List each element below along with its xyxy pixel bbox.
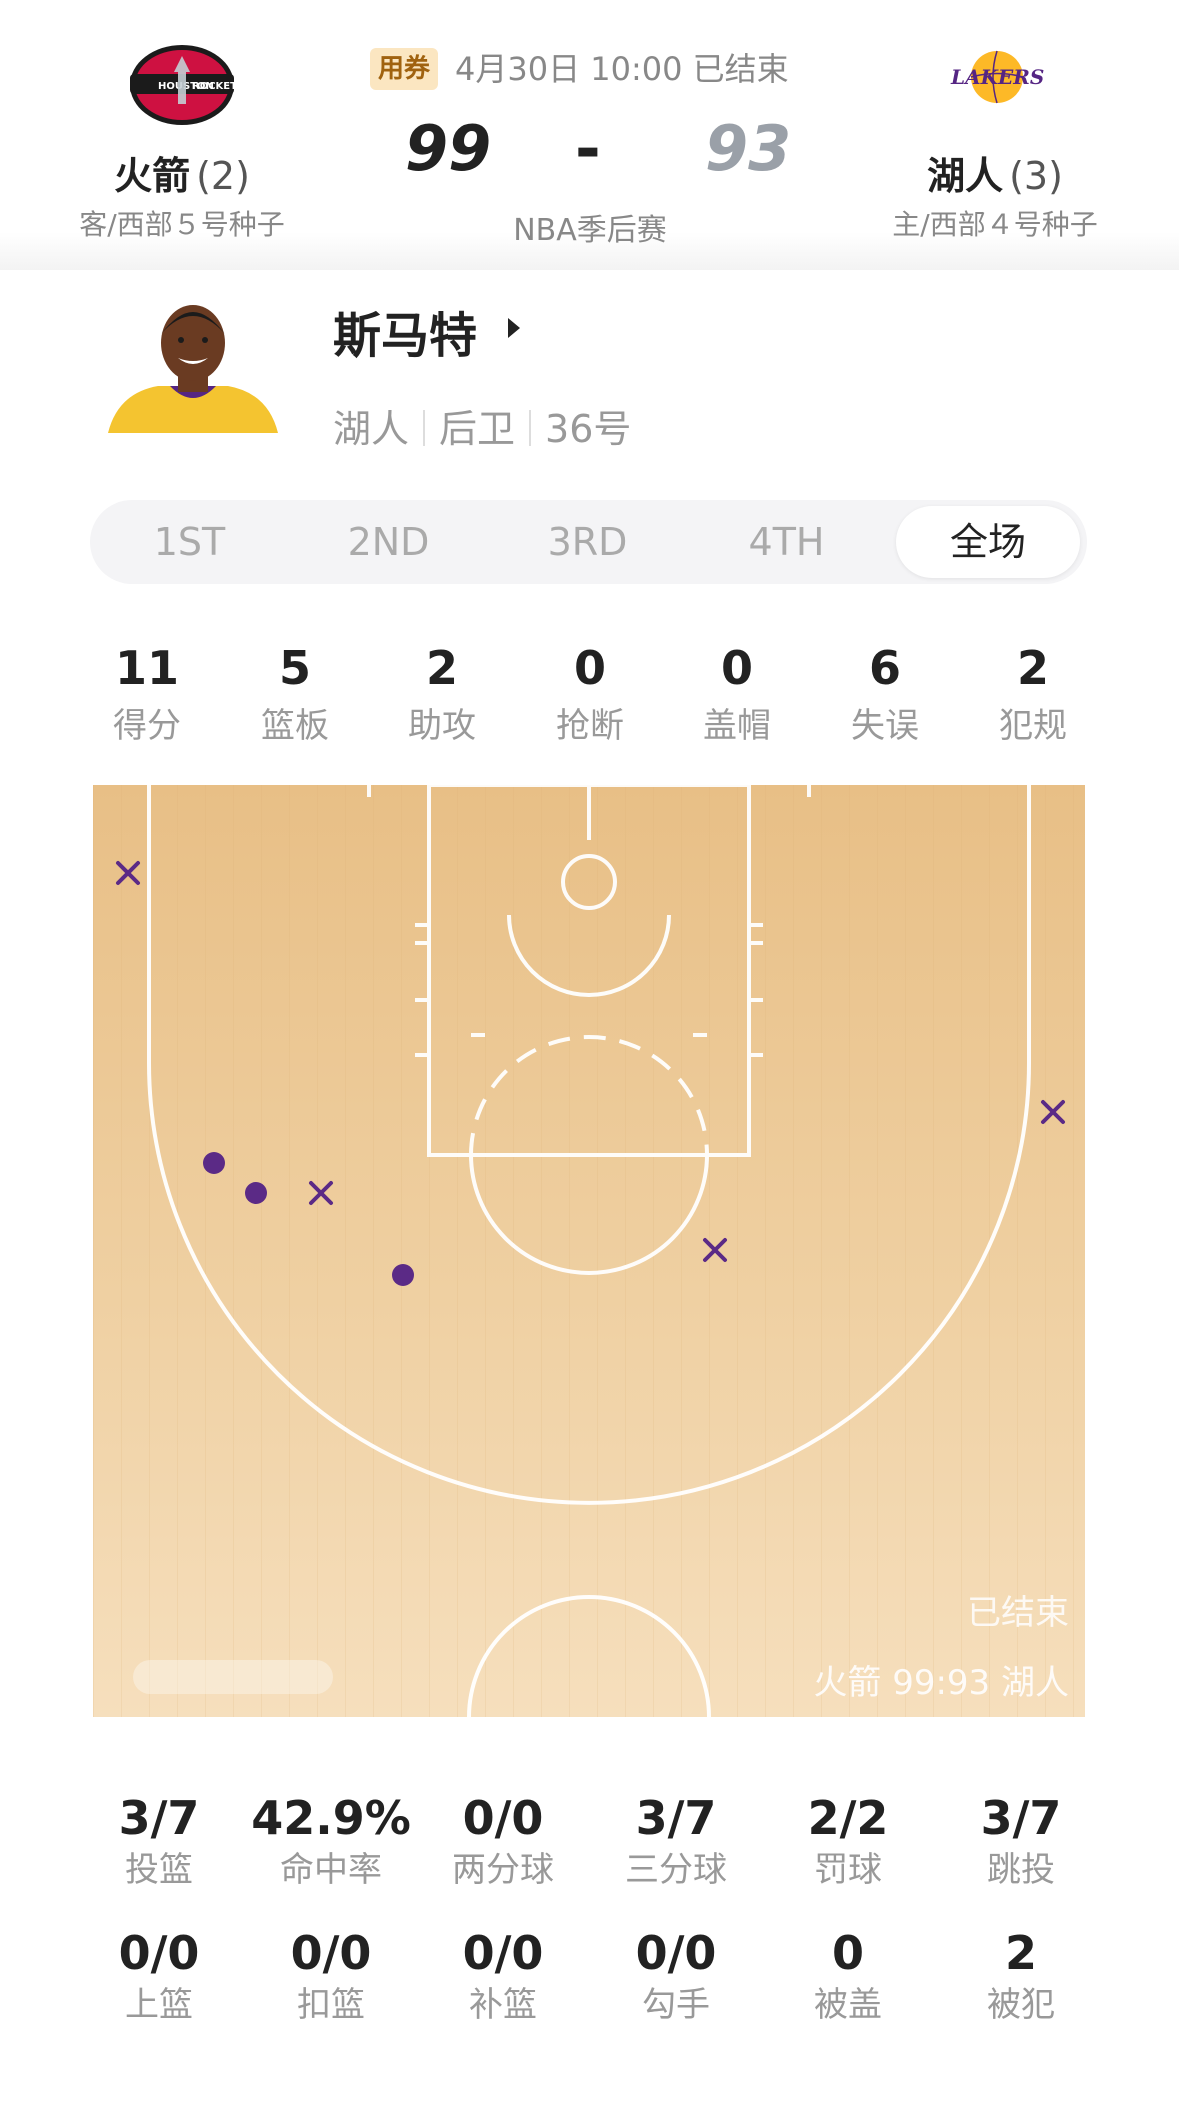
shoot-value: 3/7 — [118, 1791, 200, 1845]
shoot-dunk: 0/0 扣篮 — [245, 1925, 417, 2027]
stat-rebounds: 5 篮板 — [221, 640, 369, 746]
shoot-fg-pct: 42.9% 命中率 — [245, 1790, 417, 1892]
shoot-value: 0/0 — [462, 1791, 544, 1845]
away-team-seed: 客/西部５号种子 — [79, 208, 285, 241]
home-team-name: 湖人 — [927, 154, 1004, 198]
game-type: NBA季后赛 — [513, 213, 667, 248]
stat-value: 6 — [868, 641, 901, 695]
shoot-label: 跳投 — [987, 1850, 1055, 1890]
stat-value: 2 — [1016, 641, 1049, 695]
tab-2nd[interactable]: 2ND — [289, 500, 488, 584]
stat-value: 2 — [425, 641, 458, 695]
shot-chart: 已结束 火箭 99:93 湖人 — [93, 785, 1085, 1717]
coupon-badge[interactable]: 用券 — [370, 48, 439, 90]
tab-full-game[interactable]: 全场 — [896, 506, 1080, 578]
divider — [529, 410, 532, 446]
player-number: 36号 — [545, 407, 632, 451]
lakers-logo: LAKERS — [945, 42, 1045, 116]
court-diagram — [93, 785, 1085, 1717]
shoot-blocked: 0 被盖 — [762, 1925, 934, 2027]
player-position: 后卫 — [439, 407, 516, 451]
stat-label: 助攻 — [408, 706, 476, 746]
shoot-3pt: 3/7 三分球 — [590, 1790, 762, 1892]
stat-label: 盖帽 — [703, 706, 771, 746]
stat-label: 抢断 — [556, 706, 624, 746]
shoot-label: 勾手 — [642, 1985, 710, 2025]
court-game-status: 已结束 — [967, 1593, 1069, 1633]
stat-label: 犯规 — [999, 706, 1067, 746]
scoreboard: 用券 4月30日 10:00 已结束 99 - 93 NBA季后赛 — [330, 0, 850, 260]
stat-value: 0 — [720, 641, 753, 695]
stat-blocks: 0 盖帽 — [663, 640, 811, 746]
stat-value: 11 — [114, 641, 179, 695]
shoot-label: 命中率 — [280, 1850, 382, 1890]
shoot-value: 0/0 — [635, 1926, 717, 1980]
stat-label: 失误 — [851, 706, 919, 746]
shoot-ft: 2/2 罚球 — [762, 1790, 934, 1892]
away-series-wins: (2) — [196, 154, 250, 198]
stat-value: 5 — [278, 641, 311, 695]
stat-value: 0 — [573, 641, 606, 695]
tab-1st[interactable]: 1ST — [90, 500, 289, 584]
shoot-value: 2 — [1004, 1926, 1037, 1980]
away-score: 99 — [405, 112, 492, 185]
shoot-2pt: 0/0 两分球 — [417, 1790, 589, 1892]
shoot-jumper: 3/7 跳投 — [935, 1790, 1107, 1892]
watermark — [133, 1660, 333, 1694]
logo-text-rockets: ROCKETS — [192, 81, 236, 92]
game-datetime: 4月30日 10:00 已结束 — [455, 50, 789, 88]
shoot-value: 0/0 — [290, 1926, 372, 1980]
shoot-value: 0 — [831, 1926, 864, 1980]
shoot-fg: 3/7 投篮 — [73, 1790, 245, 1892]
player-stats-row: 11 得分 5 篮板 2 助攻 0 抢断 0 盖帽 6 失误 2 犯规 — [73, 640, 1107, 760]
home-score: 93 — [705, 112, 792, 185]
player-info: 湖人 后卫 36号 — [333, 398, 631, 453]
logo-text-lakers: LAKERS — [950, 65, 1044, 89]
player-avatar — [108, 298, 278, 433]
stat-turnovers: 6 失误 — [811, 640, 959, 746]
stat-label: 得分 — [113, 706, 181, 746]
shoot-label: 扣篮 — [297, 1985, 365, 2025]
player-team: 湖人 — [333, 407, 410, 451]
shoot-fouled: 2 被犯 — [935, 1925, 1107, 2027]
player-name[interactable]: 斯马特 — [333, 296, 477, 366]
rockets-logo: HOUSTON ROCKETS — [128, 42, 244, 132]
away-team-name: 火箭 — [114, 154, 191, 198]
stat-fouls: 2 犯规 — [959, 640, 1107, 746]
shoot-value: 0/0 — [118, 1926, 200, 1980]
shoot-value: 0/0 — [462, 1926, 544, 1980]
home-series-wins: (3) — [1009, 154, 1063, 198]
stat-label: 篮板 — [261, 706, 329, 746]
stat-steals: 0 抢断 — [516, 640, 664, 746]
shoot-label: 被盖 — [814, 1985, 882, 2025]
made-shot-marker[interactable] — [392, 1264, 414, 1286]
game-header: HOUSTON ROCKETS 火箭(2) 客/西部５号种子 用券 4月30日 … — [0, 0, 1179, 270]
shoot-value: 2/2 — [807, 1791, 889, 1845]
divider — [423, 410, 426, 446]
shoot-label: 罚球 — [814, 1850, 882, 1890]
tab-4th[interactable]: 4TH — [687, 500, 886, 584]
shoot-value: 3/7 — [635, 1791, 717, 1845]
shoot-label: 三分球 — [625, 1850, 727, 1890]
stat-assists: 2 助攻 — [368, 640, 516, 746]
made-shot-marker[interactable] — [203, 1152, 225, 1174]
shoot-value: 42.9% — [251, 1791, 411, 1845]
shoot-value: 3/7 — [980, 1791, 1062, 1845]
home-team-seed: 主/西部４号种子 — [892, 208, 1098, 241]
chevron-right-icon[interactable] — [508, 318, 520, 338]
shoot-label: 被犯 — [987, 1985, 1055, 2025]
shoot-layup: 0/0 上篮 — [73, 1925, 245, 2027]
tab-3rd[interactable]: 3RD — [488, 500, 687, 584]
shoot-label: 上篮 — [125, 1985, 193, 2025]
shoot-tipin: 0/0 补篮 — [417, 1925, 589, 2027]
made-shot-marker[interactable] — [245, 1182, 267, 1204]
court-score-line: 火箭 99:93 湖人 — [813, 1663, 1069, 1703]
shoot-label: 投篮 — [125, 1850, 193, 1890]
score-separator: - — [575, 112, 601, 185]
stat-points: 11 得分 — [73, 640, 221, 746]
shoot-label: 补篮 — [469, 1985, 537, 2025]
shoot-label: 两分球 — [452, 1850, 554, 1890]
period-tabs: 1ST 2ND 3RD 4TH 全场 — [90, 500, 1087, 584]
shoot-hook: 0/0 勾手 — [590, 1925, 762, 2027]
